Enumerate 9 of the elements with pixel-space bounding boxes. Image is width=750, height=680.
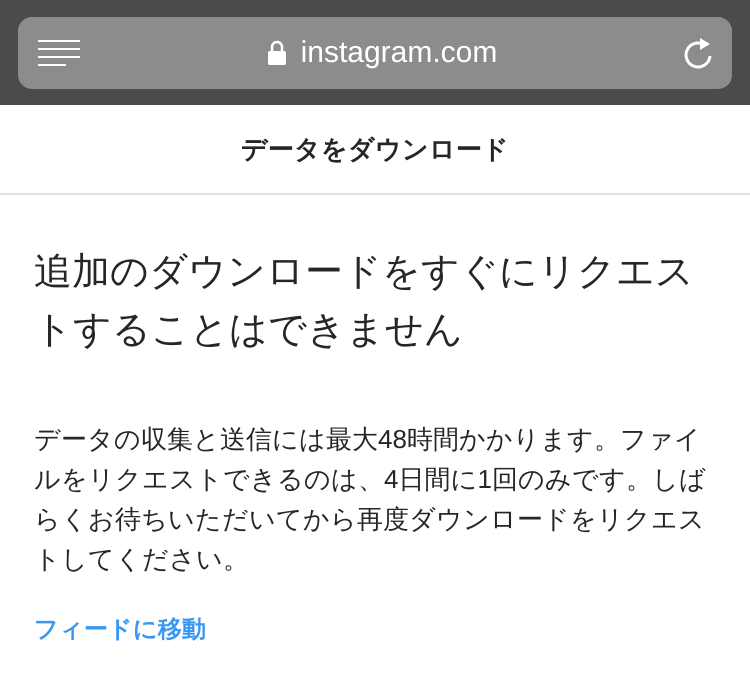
feed-link[interactable]: フィードに移動: [34, 613, 206, 645]
message-text: データの収集と送信には最大48時間かかります。ファイルをリクエストできるのは、4日間に1回のみです。しばらくお待ちいただいてから再度ダウンロードをリクエストしてください。: [34, 423, 707, 576]
page-title: データをダウンロード: [241, 132, 509, 166]
heading: 追加のダウンロードをすぐにリクエストすることはできません: [34, 250, 695, 353]
reload-icon[interactable]: [682, 36, 714, 70]
menu-icon[interactable]: [38, 38, 82, 66]
lock-icon: [266, 40, 287, 66]
address-bar[interactable]: instagram.com: [18, 16, 732, 88]
url-text[interactable]: instagram.com: [300, 36, 498, 70]
